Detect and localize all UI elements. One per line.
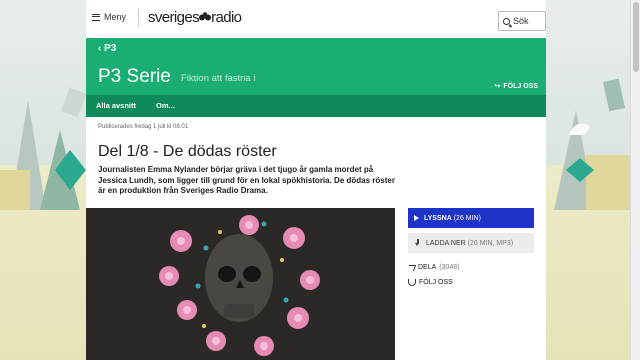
download-icon (414, 239, 421, 247)
program-header: ‹ P3 P3 Serie Fiktion att fastna i ↪ FÖL… (86, 38, 546, 95)
share-label: DELA (418, 264, 437, 271)
share-link[interactable]: DELA (3048) (406, 264, 460, 271)
play-icon (414, 215, 419, 221)
follow-program-label: FÖLJ OSS (503, 82, 538, 90)
search-icon (503, 17, 510, 25)
episode-lead: Journalisten Emma Nylander börjar gräva … (98, 165, 395, 195)
follow-episode-label: FÖLJ OSS (419, 279, 453, 286)
tab-about[interactable]: Om... (146, 95, 185, 117)
search-field[interactable]: Sök (498, 11, 546, 31)
header-divider (138, 9, 139, 27)
episode-title: Del 1/8 - De dödas röster (98, 143, 277, 160)
listen-button[interactable]: LYSSNA (26 MIN) (408, 208, 534, 228)
program-subnav: Alla avsnitt Om... (86, 95, 546, 117)
srad-logo-icon (199, 12, 212, 21)
sveriges-radio-logo[interactable]: sveriges radio (148, 9, 242, 26)
follow-episode-link[interactable]: FÖLJ OSS (408, 279, 453, 286)
program-title[interactable]: P3 Serie (98, 66, 171, 88)
download-meta: (26 MIN, MP3) (467, 239, 514, 247)
menu-label: Meny (104, 12, 127, 22)
download-label: LADDA NER (426, 239, 466, 247)
decoration-right (554, 78, 630, 210)
scrollbar-thumb[interactable] (633, 2, 639, 72)
share-icon (406, 264, 417, 271)
download-button[interactable]: LADDA NER (26 MIN, MP3) (408, 233, 534, 253)
follow-icon (408, 279, 416, 286)
decoration-left (0, 87, 86, 210)
follow-arrow-icon: ↪ (494, 83, 501, 90)
page-scrollbar[interactable] (630, 0, 640, 360)
p3-back-label: P3 (104, 43, 117, 54)
top-header: Meny sveriges radio Sök (86, 0, 546, 38)
skull-flowers-illustration (86, 208, 395, 360)
listen-duration: (26 MIN) (453, 214, 481, 222)
p3-back-link[interactable]: ‹ P3 (98, 43, 116, 54)
hamburger-icon (92, 13, 100, 21)
follow-program-button[interactable]: ↪ FÖLJ OSS (494, 82, 539, 91)
search-label: Sök (513, 16, 529, 26)
menu-button[interactable]: Meny (92, 12, 126, 22)
episode-content: Publicerades fredag 1 juli kl 08.01 Del … (86, 117, 546, 360)
brand-suffix: radio (211, 9, 242, 26)
program-tagline: Fiktion att fastna i (181, 73, 256, 84)
tab-all-episodes[interactable]: Alla avsnitt (86, 95, 146, 117)
episode-actions: LYSSNA (26 MIN) LADDA NER (26 MIN, MP3) (408, 208, 534, 253)
listen-label: LYSSNA (424, 214, 452, 222)
share-count: (3048) (439, 264, 460, 271)
episode-image (86, 208, 395, 360)
publish-date: Publicerades fredag 1 juli kl 08.01 (98, 124, 189, 130)
brand-name: sveriges (148, 9, 200, 26)
